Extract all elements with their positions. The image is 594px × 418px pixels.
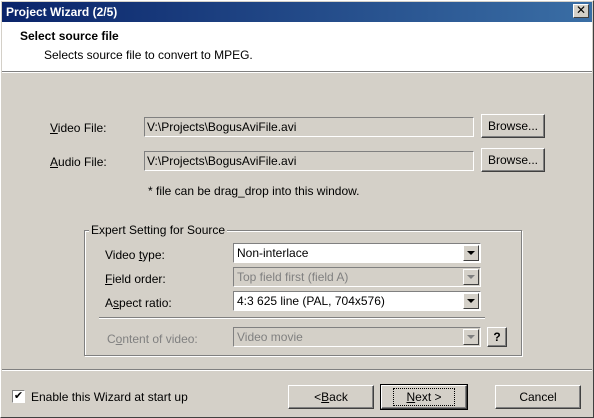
video-type-select[interactable]: Non-interlace <box>233 243 481 263</box>
chevron-down-icon <box>463 329 479 345</box>
next-button-focus: Next > <box>393 388 455 406</box>
header-divider <box>2 72 592 73</box>
field-order-select: Top field first (field A) <box>233 267 481 287</box>
audio-file-label: Audio File: <box>50 155 107 169</box>
chevron-down-icon <box>463 269 479 285</box>
next-button[interactable]: Next > <box>380 384 468 410</box>
project-wizard-window: Project Wizard (2/5) ✕ Select source fil… <box>0 0 594 418</box>
video-type-value: Non-interlace <box>237 246 309 260</box>
close-icon[interactable]: ✕ <box>573 4 589 18</box>
content-of-video-value: Video movie <box>237 330 303 344</box>
wizard-header: Select source file Selects source file t… <box>2 22 592 72</box>
field-order-value: Top field first (field A) <box>237 270 349 284</box>
content-of-video-select: Video movie <box>233 327 481 347</box>
enable-wizard-label[interactable]: Enable this Wizard at start up <box>31 390 188 404</box>
video-type-label: Video type: <box>105 248 165 262</box>
chevron-down-icon[interactable] <box>463 245 479 261</box>
expert-divider <box>99 317 485 319</box>
window-title: Project Wizard (2/5) <box>6 5 118 19</box>
audio-file-field[interactable]: V:\Projects\BogusAviFile.avi <box>144 151 474 171</box>
browse-audio-button[interactable]: Browse... <box>481 148 545 172</box>
aspect-ratio-select[interactable]: 4:3 625 line (PAL, 704x576) <box>233 291 481 311</box>
page-title: Select source file <box>20 29 119 43</box>
content-of-video-label: Content of video: <box>107 332 198 346</box>
field-order-label: Field order: <box>105 272 166 286</box>
browse-video-button[interactable]: Browse... <box>481 114 545 138</box>
back-button[interactable]: < Back <box>288 385 374 409</box>
cancel-button[interactable]: Cancel <box>495 385 581 409</box>
drag-drop-hint: * file can be drag_drop into this window… <box>148 184 360 198</box>
footer-divider <box>2 369 592 371</box>
video-file-label: Video File: <box>50 121 107 135</box>
content-help-button[interactable]: ? <box>487 327 507 347</box>
aspect-ratio-value: 4:3 625 line (PAL, 704x576) <box>237 294 385 308</box>
page-subtitle: Selects source file to convert to MPEG. <box>44 48 253 62</box>
video-file-field[interactable]: V:\Projects\BogusAviFile.avi <box>144 117 474 137</box>
expert-settings-legend: Expert Setting for Source <box>89 223 228 237</box>
enable-wizard-checkbox[interactable]: ✔ <box>12 390 25 403</box>
chevron-down-icon[interactable] <box>463 293 479 309</box>
aspect-ratio-label: Aspect ratio: <box>105 296 172 310</box>
title-bar: Project Wizard (2/5) ✕ <box>2 2 592 22</box>
